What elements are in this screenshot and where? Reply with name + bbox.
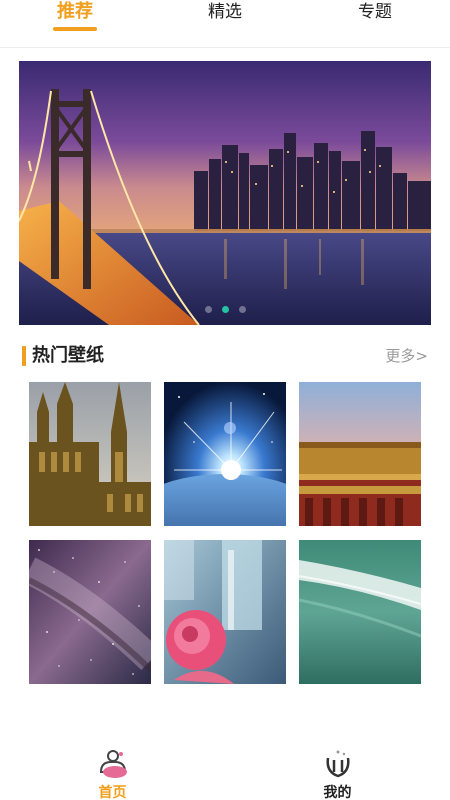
banner-image xyxy=(19,61,431,325)
carousel-dots xyxy=(19,306,431,313)
rose-image xyxy=(164,540,286,684)
cathedral-image xyxy=(29,382,151,526)
nav-item-home[interactable]: 首页 xyxy=(0,740,225,800)
wallpaper-thumb-space-sunrise[interactable] xyxy=(164,382,286,526)
nav-label-home: 首页 xyxy=(98,785,127,800)
nav-item-profile[interactable]: 我的 xyxy=(225,740,450,800)
tab-label: 专题 xyxy=(358,2,392,22)
profile-icon xyxy=(325,750,350,778)
carousel-dot[interactable] xyxy=(238,306,246,313)
nav-label-profile: 我的 xyxy=(323,785,352,800)
tab-label: 精选 xyxy=(208,2,242,22)
wallpaper-thumb-wave[interactable] xyxy=(299,540,421,684)
wallpaper-thumb-milky-way[interactable] xyxy=(29,540,151,684)
wallpaper-thumb-rose[interactable] xyxy=(164,540,286,684)
section-title: 热门壁纸 xyxy=(32,345,104,366)
more-link[interactable]: 更多> xyxy=(385,345,428,367)
section-accent-bar xyxy=(22,346,26,366)
bottom-nav: 首页 我的 xyxy=(0,740,450,800)
wallpaper-thumb-cathedral[interactable] xyxy=(29,382,151,526)
tab-featured[interactable]: 精选 xyxy=(150,0,300,47)
carousel-dot[interactable] xyxy=(204,306,212,313)
banner-carousel[interactable] xyxy=(19,61,431,325)
wallpaper-thumb-palace[interactable] xyxy=(299,382,421,526)
tab-label: 推荐 xyxy=(57,1,93,22)
active-tab-indicator xyxy=(53,27,97,31)
hot-wallpapers-header: 热门壁纸 更多> xyxy=(22,343,430,369)
tab-recommended[interactable]: 推荐 xyxy=(0,0,150,47)
carousel-dot-active[interactable] xyxy=(221,306,229,313)
milky-way-image xyxy=(29,540,151,684)
home-icon xyxy=(99,750,127,778)
top-tab-bar: 推荐 精选 专题 xyxy=(0,0,450,48)
wave-image xyxy=(299,540,421,684)
palace-image xyxy=(299,382,421,526)
tab-topics[interactable]: 专题 xyxy=(300,0,450,47)
space-sunrise-image xyxy=(164,382,286,526)
